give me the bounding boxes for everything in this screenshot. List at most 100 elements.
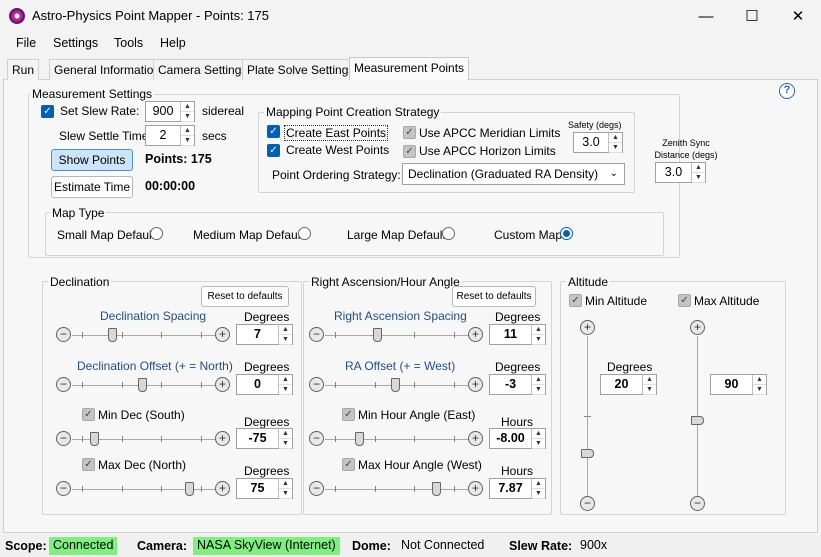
tab-run[interactable]: Run [7,59,40,80]
ordering-dropdown[interactable]: Declination (Graduated RA Density) ⌄ [402,163,625,185]
tab-camera-settings[interactable]: Camera Settings [153,59,253,80]
ra-offset-stepper[interactable]: -3 ▲ ▼ [489,374,546,395]
max-ha-checkbox[interactable]: ✓ [342,458,355,471]
slider-thumb[interactable] [107,328,117,342]
map-large-radio[interactable] [442,227,455,240]
plus-icon[interactable]: + [215,377,230,392]
horizon-limits-checkbox[interactable]: ✓ [403,145,416,158]
slider-thumb[interactable] [354,432,364,446]
max-dec-checkbox[interactable]: ✓ [82,458,95,471]
menu-file[interactable]: File [16,36,36,50]
map-custom-radio[interactable] [560,227,573,240]
ra-spacing-unit: Degrees [495,310,541,324]
max-altitude-slider[interactable]: + − [689,320,707,512]
minus-icon[interactable]: − [580,496,595,511]
dec-offset-stepper[interactable]: 0 ▲ ▼ [236,374,293,395]
slew-rate-checkbox[interactable]: ✓ [41,105,54,118]
minus-icon[interactable]: − [309,481,324,496]
tab-plate-solve-settings[interactable]: Plate Solve Settings [242,59,360,80]
create-west-checkbox[interactable]: ✓ [267,144,280,157]
plus-icon[interactable]: + [215,481,230,496]
min-ha-slider[interactable]: − + [309,430,484,448]
plus-icon[interactable]: + [690,320,705,335]
menu-help[interactable]: Help [160,36,186,50]
slider-thumb[interactable] [581,448,594,458]
min-altitude-slider[interactable]: + − [579,320,597,512]
max-ha-slider[interactable]: − + [309,480,484,498]
menu-tools[interactable]: Tools [114,36,143,50]
min-ha-checkbox[interactable]: ✓ [342,408,355,421]
create-west-label: Create West Points [286,143,390,157]
map-small-radio[interactable] [150,227,163,240]
slider-thumb[interactable] [372,328,382,342]
slider-thumb[interactable] [185,482,195,496]
ra-offset-unit: Degrees [495,360,541,374]
plus-icon[interactable]: + [468,431,483,446]
minus-icon[interactable]: − [56,431,71,446]
min-altitude-stepper[interactable]: 20 ▲ ▼ [600,374,657,395]
plus-icon[interactable]: + [468,377,483,392]
max-dec-stepper[interactable]: 75 ▲ ▼ [236,478,293,499]
minus-icon[interactable]: − [56,327,71,342]
minimize-button[interactable]: — [683,0,729,32]
slider-tick [82,486,83,492]
slider-tick [161,486,163,492]
dec-offset-slider[interactable]: − + [56,376,231,394]
slider-tick [201,486,202,492]
meridian-limits-label: Use APCC Meridian Limits [419,126,561,140]
min-ha-stepper[interactable]: -8.00 ▲ ▼ [489,428,546,449]
estimate-time-button[interactable]: Estimate Time [51,176,133,198]
minus-icon[interactable]: − [56,377,71,392]
ra-spacing-slider[interactable]: − + [309,326,484,344]
plus-icon[interactable]: + [215,431,230,446]
slider-thumb[interactable] [390,378,400,392]
tab-general-information[interactable]: General Information [49,59,166,80]
meridian-limits-checkbox[interactable]: ✓ [403,126,416,139]
min-dec-stepper[interactable]: -75 ▲ ▼ [236,428,293,449]
plus-icon[interactable]: + [468,481,483,496]
slider-thumb[interactable] [691,416,704,426]
max-ha-stepper[interactable]: 7.87 ▲ ▼ [489,478,546,499]
map-medium-radio[interactable] [298,227,311,240]
slider-tick [335,486,336,492]
max-altitude-checkbox[interactable]: ✓ [678,294,691,307]
camera-status-badge: NASA SkyView (Internet) [193,537,340,555]
minus-icon[interactable]: − [309,377,324,392]
dec-spacing-stepper[interactable]: 7 ▲ ▼ [236,324,293,345]
plus-icon[interactable]: + [215,327,230,342]
help-icon[interactable]: ? [779,83,795,99]
min-dec-slider[interactable]: − + [56,430,231,448]
minus-icon[interactable]: − [309,431,324,446]
minus-icon[interactable]: − [56,481,71,496]
slider-thumb[interactable] [137,378,147,392]
slew-rate-stepper[interactable]: 900 ▲ ▼ [145,101,195,122]
slider-tick [121,486,123,492]
tab-measurement-points[interactable]: Measurement Points [349,57,470,80]
menu-settings[interactable]: Settings [53,36,98,50]
zenith-stepper[interactable]: 3.0 ▲ ▼ [655,162,706,183]
dec-spacing-slider[interactable]: − + [56,326,231,344]
ra-reset-button[interactable]: Reset to defaults [452,286,536,307]
minus-icon[interactable]: − [309,327,324,342]
max-altitude-stepper[interactable]: 90 ▲ ▼ [710,374,767,395]
create-east-checkbox[interactable]: ✓ [267,125,280,138]
show-points-button[interactable]: Show Points [51,149,133,171]
slider-tick [454,382,455,388]
min-dec-checkbox[interactable]: ✓ [82,408,95,421]
slider-thumb[interactable] [89,432,99,446]
safety-stepper[interactable]: 3.0 ▲ ▼ [573,132,623,153]
ra-offset-slider[interactable]: − + [309,376,484,394]
max-dec-slider[interactable]: − + [56,480,231,498]
plus-icon[interactable]: + [468,327,483,342]
close-button[interactable]: ✕ [775,0,821,32]
slider-thumb[interactable] [432,482,442,496]
maximize-button[interactable]: ☐ [729,0,775,32]
settle-time-stepper[interactable]: 2 ▲ ▼ [145,125,195,146]
declination-reset-button[interactable]: Reset to defaults [201,286,289,307]
plus-icon[interactable]: + [580,320,595,335]
min-altitude-checkbox[interactable]: ✓ [569,294,582,307]
ra-spacing-stepper[interactable]: 11 ▲ ▼ [489,324,546,345]
min-ha-unit: Hours [501,415,534,429]
minus-icon[interactable]: − [690,496,705,511]
map-medium-label: Medium Map Default [193,228,304,242]
